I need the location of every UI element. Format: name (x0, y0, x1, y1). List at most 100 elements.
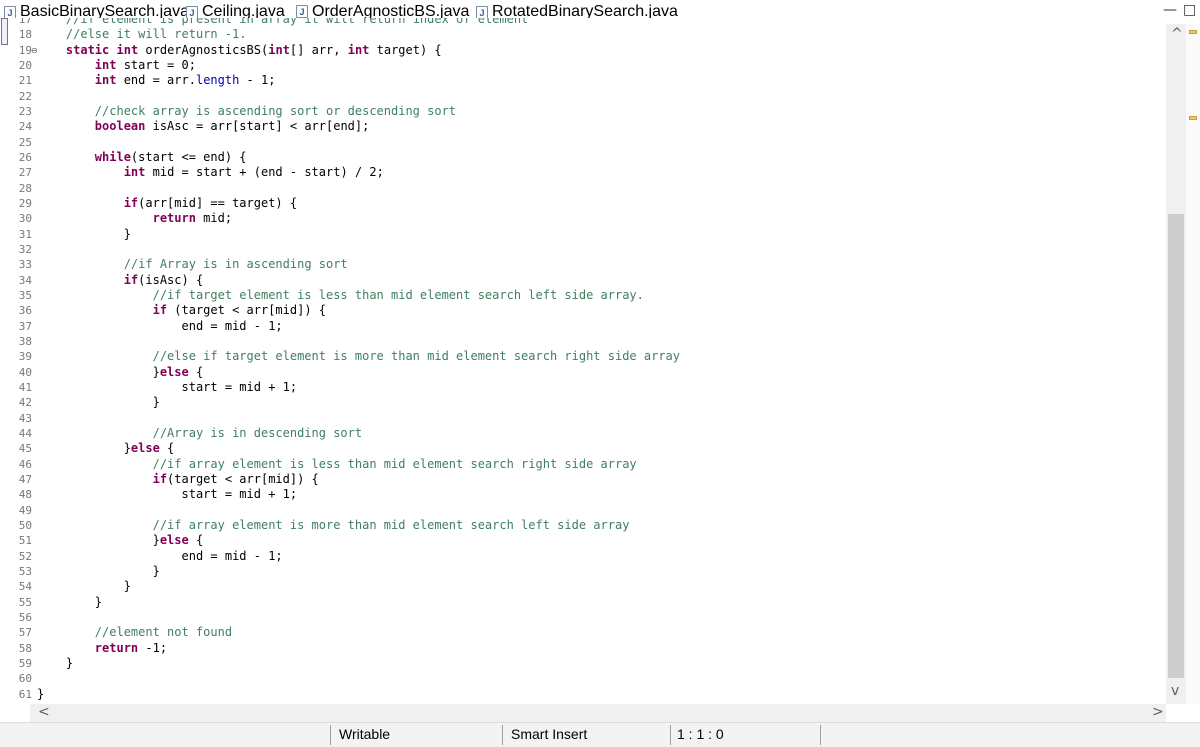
code-line[interactable]: 19 ⊖ static int orderAgnosticsBS(int[] ar… (0, 43, 1166, 58)
line-number: 55 (18, 595, 32, 609)
code-text[interactable]: start = mid + 1; (37, 380, 297, 395)
code-line[interactable]: 28 (0, 181, 1166, 196)
code-line[interactable]: 39 //else if target element is more than… (0, 349, 1166, 364)
code-line[interactable]: 22 (0, 89, 1166, 104)
java-file-icon: J (296, 5, 308, 18)
code-line[interactable]: 58 return -1; (0, 641, 1166, 656)
code-text[interactable]: int start = 0; (37, 58, 196, 73)
scroll-left-icon[interactable]: < (38, 704, 50, 720)
code-line[interactable]: 21 int end = arr.length - 1; (0, 73, 1166, 88)
code-text[interactable]: //Array is in descending sort (37, 426, 363, 441)
code-text[interactable]: //if array element is less than mid elem… (37, 457, 637, 472)
code-text[interactable]: //element not found (37, 625, 232, 640)
code-text[interactable]: }else { (37, 441, 175, 456)
code-text[interactable]: } (37, 595, 102, 610)
code-text[interactable]: if(isAsc) { (37, 273, 203, 288)
code-line[interactable]: 27 int mid = start + (end - start) / 2; (0, 165, 1166, 180)
code-line[interactable]: 32 (0, 242, 1166, 257)
code-line[interactable]: 30 return mid; (0, 211, 1166, 226)
code-line[interactable]: 59 } (0, 656, 1166, 671)
minimize-icon[interactable]: — (1163, 2, 1177, 18)
code-text[interactable]: //check array is ascending sort or desce… (37, 104, 456, 119)
code-line[interactable]: 43 (0, 411, 1166, 426)
vertical-scrollbar-thumb[interactable] (1168, 214, 1184, 678)
code-line[interactable]: 47 if(target < arr[mid]) { (0, 472, 1166, 487)
code-line[interactable]: 57 //element not found (0, 625, 1166, 640)
overview-annotation-marker[interactable] (1189, 116, 1197, 120)
code-text[interactable]: while(start <= end) { (37, 150, 247, 165)
code-text[interactable]: boolean isAsc = arr[start] < arr[end]; (37, 119, 370, 134)
code-text[interactable]: } (37, 687, 44, 702)
code-editor[interactable]: 17 //if element is present in array it w… (0, 18, 1166, 704)
code-line[interactable]: 46 //if array element is less than mid e… (0, 457, 1166, 472)
code-line[interactable]: 42 } (0, 395, 1166, 410)
status-insert-mode[interactable]: Smart Insert (511, 726, 587, 742)
code-text[interactable]: }else { (37, 365, 204, 380)
code-text[interactable]: if (target < arr[mid]) { (37, 303, 326, 318)
code-line[interactable]: 50 //if array element is more than mid e… (0, 518, 1166, 533)
code-line[interactable]: 33 //if Array is in ascending sort (0, 257, 1166, 272)
code-text[interactable]: return -1; (37, 641, 167, 656)
code-line[interactable]: 45 }else { (0, 441, 1166, 456)
code-text[interactable]: } (37, 656, 73, 671)
code-line[interactable]: 29 if(arr[mid] == target) { (0, 196, 1166, 211)
code-line[interactable]: 26 while(start <= end) { (0, 150, 1166, 165)
code-line[interactable]: 48 start = mid + 1; (0, 487, 1166, 502)
code-line[interactable]: 40 }else { (0, 365, 1166, 380)
overview-ruler[interactable] (1186, 24, 1200, 704)
code-line[interactable]: 41 start = mid + 1; (0, 380, 1166, 395)
code-line[interactable]: 44 //Array is in descending sort (0, 426, 1166, 441)
code-line[interactable]: 60 (0, 671, 1166, 686)
code-text[interactable]: if(arr[mid] == target) { (37, 196, 297, 211)
maximize-icon[interactable]: □ (1183, 2, 1196, 18)
code-line[interactable]: 35 //if target element is less than mid … (0, 288, 1166, 303)
code-text[interactable]: } (37, 227, 131, 242)
code-line[interactable]: 31 } (0, 227, 1166, 242)
code-line[interactable]: 17 //if element is present in array it w… (0, 18, 1166, 27)
status-bar: Writable Smart Insert 1 : 1 : 0 (0, 722, 1200, 747)
status-divider (502, 725, 503, 745)
scroll-right-icon[interactable]: > (1152, 704, 1164, 720)
code-text[interactable]: end = mid - 1; (37, 549, 282, 564)
code-line[interactable]: 23 //check array is ascending sort or de… (0, 104, 1166, 119)
code-text[interactable]: //if array element is more than mid elem… (37, 518, 630, 533)
line-number: 27 (18, 166, 32, 180)
code-text[interactable]: int end = arr.length - 1; (37, 73, 276, 88)
code-line[interactable]: 49 (0, 503, 1166, 518)
code-text[interactable]: //if element is present in array it will… (37, 18, 528, 27)
overview-annotation-marker[interactable] (1189, 30, 1197, 34)
code-text[interactable]: return mid; (37, 211, 232, 226)
code-line[interactable]: 52 end = mid - 1; (0, 549, 1166, 564)
code-text[interactable]: static int orderAgnosticsBS(int[] arr, i… (37, 43, 442, 58)
code-line[interactable]: 37 end = mid - 1; (0, 319, 1166, 334)
code-line[interactable]: 54 } (0, 579, 1166, 594)
code-text[interactable]: if(target < arr[mid]) { (37, 472, 319, 487)
code-text[interactable]: } (37, 395, 160, 410)
code-line[interactable]: 61} (0, 687, 1166, 702)
horizontal-scrollbar[interactable] (30, 704, 1166, 722)
code-text[interactable]: }else { (37, 533, 204, 548)
code-line[interactable]: 55 } (0, 595, 1166, 610)
code-text[interactable]: //else if target element is more than mi… (37, 349, 680, 364)
code-text[interactable]: start = mid + 1; (37, 487, 297, 502)
code-text[interactable]: //if Array is in ascending sort (37, 257, 348, 272)
code-text[interactable]: } (37, 579, 131, 594)
scroll-up-icon[interactable]: ^ (1171, 26, 1183, 42)
scroll-down-icon[interactable]: v (1171, 683, 1179, 699)
code-line[interactable]: 53 } (0, 564, 1166, 579)
code-line[interactable]: 34 if(isAsc) { (0, 273, 1166, 288)
code-text[interactable]: //else it will return -1. (37, 27, 247, 42)
code-text[interactable]: int mid = start + (end - start) / 2; (37, 165, 384, 180)
code-line[interactable]: 25 (0, 135, 1166, 150)
code-text[interactable]: //if target element is less than mid ele… (37, 288, 644, 303)
code-line[interactable]: 36 if (target < arr[mid]) { (0, 303, 1166, 318)
code-text[interactable]: } (37, 564, 160, 579)
code-line[interactable]: 24 boolean isAsc = arr[start] < arr[end]… (0, 119, 1166, 134)
code-line[interactable]: 51 }else { (0, 533, 1166, 548)
code-line[interactable]: 20 int start = 0; (0, 58, 1166, 73)
code-line[interactable]: 56 (0, 610, 1166, 625)
code-text[interactable]: end = mid - 1; (37, 319, 282, 334)
line-number: 31 (18, 227, 32, 241)
code-line[interactable]: 38 (0, 334, 1166, 349)
code-line[interactable]: 18 //else it will return -1. (0, 27, 1166, 42)
